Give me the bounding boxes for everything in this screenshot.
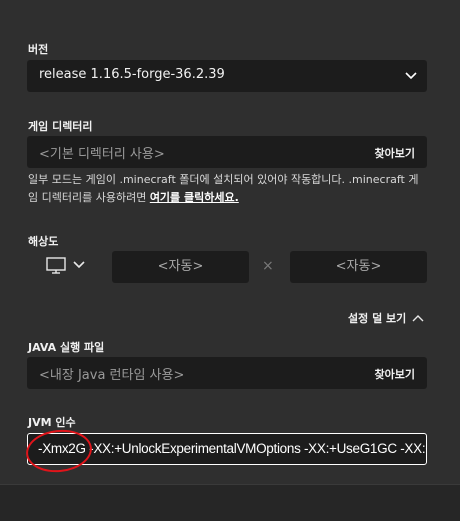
monitor-icon: [46, 257, 85, 274]
java-executable-label: JAVA 실행 파일: [28, 341, 105, 354]
game-directory-label: 게임 디렉터리: [28, 120, 93, 133]
chevron-down-icon: [405, 72, 417, 80]
resolution-label: 해상도: [28, 235, 59, 248]
resolution-separator: ×: [262, 258, 274, 274]
launch-options-panel: 버전 release 1.16.5-forge-36.2.39 게임 디렉터리 …: [0, 0, 460, 484]
game-directory-browse-button[interactable]: 찾아보기: [375, 145, 415, 161]
show-less-settings-toggle[interactable]: 설정 덜 보기: [348, 310, 424, 326]
jvm-arguments-label: JVM 인수: [28, 416, 76, 429]
java-executable-field[interactable]: <내장 Java 런타임 사용> 찾아보기: [27, 357, 427, 389]
java-executable-browse-button[interactable]: 찾아보기: [375, 366, 415, 382]
game-directory-field[interactable]: <기본 디렉터리 사용> 찾아보기: [27, 136, 427, 168]
bottom-bar: [0, 484, 460, 521]
version-value: release 1.16.5-forge-36.2.39: [39, 67, 225, 82]
version-label: 버전: [28, 43, 49, 56]
chevron-down-icon: [73, 261, 85, 269]
use-minecraft-folder-link[interactable]: 여기를 클릭하세요.: [150, 191, 239, 204]
chevron-up-icon: [412, 315, 424, 322]
resolution-height-input[interactable]: <자동>: [290, 251, 427, 283]
game-directory-description: 일부 모드는 게임이 .minecraft 폴더에 설치되어 있어야 작동합니다…: [28, 173, 419, 204]
java-executable-placeholder: <내장 Java 런타임 사용>: [39, 368, 185, 383]
jvm-arguments-value: -Xmx2G -XX:+UnlockExperimentalVMOptions …: [38, 441, 426, 456]
version-select[interactable]: release 1.16.5-forge-36.2.39: [27, 60, 427, 92]
resolution-width-input[interactable]: <자동>: [112, 251, 249, 283]
game-directory-placeholder: <기본 디렉터리 사용>: [39, 147, 165, 162]
